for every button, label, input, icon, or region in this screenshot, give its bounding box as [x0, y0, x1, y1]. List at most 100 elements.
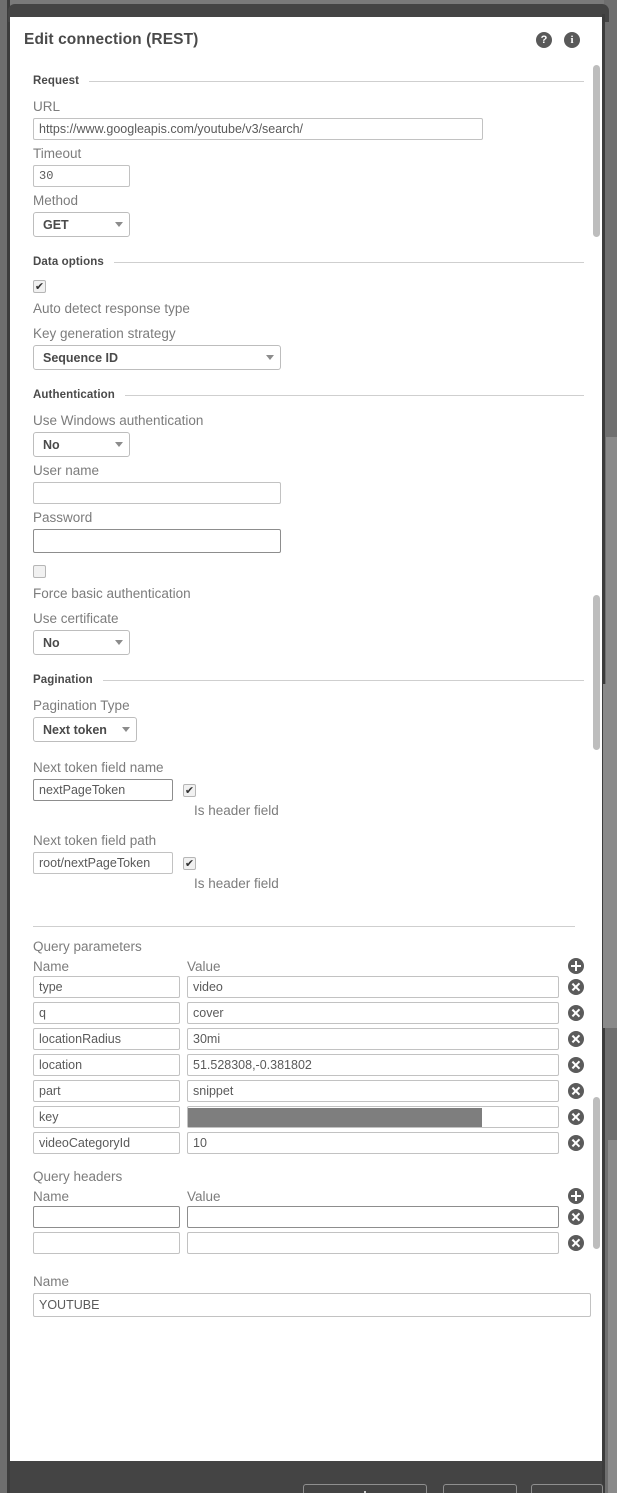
next-token-path-group: Next token field path ✔ Is header field [33, 827, 584, 894]
section-pagination-label: Pagination [33, 674, 93, 686]
info-circle-icon[interactable]: i [564, 32, 580, 48]
pagination-type-select[interactable]: Next token [33, 717, 137, 742]
method-label: Method [33, 193, 79, 208]
query-parameter-row-value-cell [187, 1106, 559, 1128]
query-parameter-row [33, 1026, 584, 1052]
query-parameter-row-value-input[interactable] [187, 1028, 559, 1050]
query-header-row-value-input[interactable] [187, 1232, 559, 1254]
footer-secondary-button[interactable] [443, 1484, 517, 1493]
query-parameter-row-remove-cell [568, 1109, 584, 1125]
dialog-scrollbar-thumb[interactable] [593, 65, 600, 237]
query-header-row-value-cell [187, 1206, 559, 1228]
page-scrollbar-thumb[interactable] [603, 684, 617, 1028]
remove-circle-icon[interactable] [568, 1209, 584, 1225]
query-parameter-row-name-input[interactable] [33, 1080, 180, 1102]
method-field-group: Method GET [33, 187, 584, 237]
remove-circle-icon[interactable] [568, 1235, 584, 1251]
query-parameters-col-name: Name [33, 958, 70, 974]
footer-tertiary-button[interactable] [531, 1484, 603, 1493]
key-strategy-select[interactable]: Sequence ID [33, 345, 281, 370]
edit-connection-dialog: Edit connection (REST) ? i Request URL T… [10, 17, 602, 1461]
use-certificate-select[interactable]: No [33, 630, 130, 655]
section-rule [89, 80, 584, 82]
chevron-down-icon [115, 640, 123, 645]
remove-circle-icon[interactable] [568, 1031, 584, 1047]
auto-detect-checkbox[interactable]: ✔ [33, 280, 46, 293]
key-strategy-group: Key generation strategy Sequence ID [33, 320, 584, 370]
url-input[interactable] [33, 118, 483, 140]
query-parameter-row-name-input[interactable] [33, 1132, 180, 1154]
section-request: Request [33, 75, 584, 87]
query-parameter-row-name-input[interactable] [33, 1054, 180, 1076]
query-parameter-row-remove-cell [568, 1031, 584, 1047]
help-circle-icon[interactable]: ? [536, 32, 552, 48]
plus-circle-icon[interactable] [568, 958, 584, 974]
connection-name-input[interactable] [33, 1293, 591, 1317]
query-parameter-row-name-input[interactable] [33, 976, 180, 998]
next-token-name-group: Next token field name ✔ Is header field [33, 754, 584, 821]
query-headers-rows [24, 1204, 584, 1256]
timeout-label: Timeout [33, 146, 82, 161]
query-header-row-name-input[interactable] [33, 1232, 180, 1254]
next-token-path-is-header-checkbox[interactable]: ✔ [183, 856, 196, 870]
query-parameter-row-value-input[interactable] [187, 976, 559, 998]
url-label: URL [33, 99, 61, 114]
pagination-type-select-value: Next token [43, 722, 107, 737]
key-strategy-label: Key generation strategy [33, 326, 176, 341]
force-basic-checkbox[interactable] [33, 565, 46, 578]
next-token-name-input[interactable] [33, 779, 173, 801]
pagination-type-group: Pagination Type Next token [33, 692, 584, 742]
method-select[interactable]: GET [33, 212, 130, 237]
next-token-name-is-header-label: Is header field [194, 803, 279, 818]
page-scrollbar-thumb[interactable] [606, 437, 617, 685]
pagination-type-label: Pagination Type [33, 698, 130, 713]
plus-circle-icon[interactable] [568, 1188, 584, 1204]
query-parameter-row-value-input[interactable] [187, 1080, 559, 1102]
query-parameter-row-name-input[interactable] [33, 1002, 180, 1024]
section-authentication: Authentication [33, 389, 584, 401]
query-parameter-row-value-input[interactable] [187, 1132, 559, 1154]
next-token-path-row: ✔ [33, 852, 584, 874]
remove-circle-icon[interactable] [568, 1109, 584, 1125]
query-parameter-row [33, 1130, 584, 1156]
dialog-scrollbar-thumb[interactable] [593, 1097, 600, 1249]
next-token-name-is-header-checkbox[interactable]: ✔ [183, 783, 196, 797]
query-header-row-remove-cell [568, 1235, 584, 1251]
query-parameter-row-name-input[interactable] [33, 1028, 180, 1050]
query-parameter-row-value-input[interactable] [187, 1054, 559, 1076]
query-parameter-row [33, 1052, 584, 1078]
dialog-scrollbar-thumb[interactable] [593, 595, 600, 750]
chevron-down-icon [122, 727, 130, 732]
query-parameter-row [33, 1000, 584, 1026]
query-header-row-value-input[interactable] [187, 1206, 559, 1228]
windows-auth-select[interactable]: No [33, 432, 130, 457]
url-field-group: URL [33, 93, 584, 140]
remove-circle-icon[interactable] [568, 1083, 584, 1099]
force-basic-label: Force basic authentication [33, 586, 191, 601]
connection-name-label: Name [33, 1274, 70, 1289]
remove-circle-icon[interactable] [568, 1057, 584, 1073]
remove-circle-icon[interactable] [568, 1135, 584, 1151]
remove-circle-icon[interactable] [568, 1005, 584, 1021]
dialog-title-bar: Edit connection (REST) ? i [10, 17, 602, 63]
next-token-name-row: ✔ [33, 779, 584, 801]
section-rule [102, 679, 584, 681]
query-parameter-row-value-cell [187, 976, 559, 998]
footer-primary-button[interactable] [303, 1484, 427, 1493]
use-certificate-group: Use certificate No [33, 605, 584, 655]
connection-name-group: Name [33, 1268, 591, 1317]
timeout-input[interactable] [33, 165, 130, 187]
query-header-row-name-input[interactable] [33, 1206, 180, 1228]
page-scrollbar-thumb[interactable] [608, 1140, 617, 1493]
password-input[interactable] [33, 529, 281, 553]
query-header-row-remove-cell [568, 1209, 584, 1225]
remove-circle-icon[interactable] [568, 979, 584, 995]
query-headers-title: Query headers [33, 1169, 123, 1184]
query-parameter-row-value-input[interactable] [187, 1002, 559, 1024]
section-data-options: Data options [33, 256, 584, 268]
query-parameter-row-name-input[interactable] [33, 1106, 180, 1128]
query-parameter-row-value-cell [187, 1080, 559, 1102]
next-token-path-input[interactable] [33, 852, 173, 874]
username-input[interactable] [33, 482, 281, 504]
query-parameter-row-value-cell [187, 1054, 559, 1076]
